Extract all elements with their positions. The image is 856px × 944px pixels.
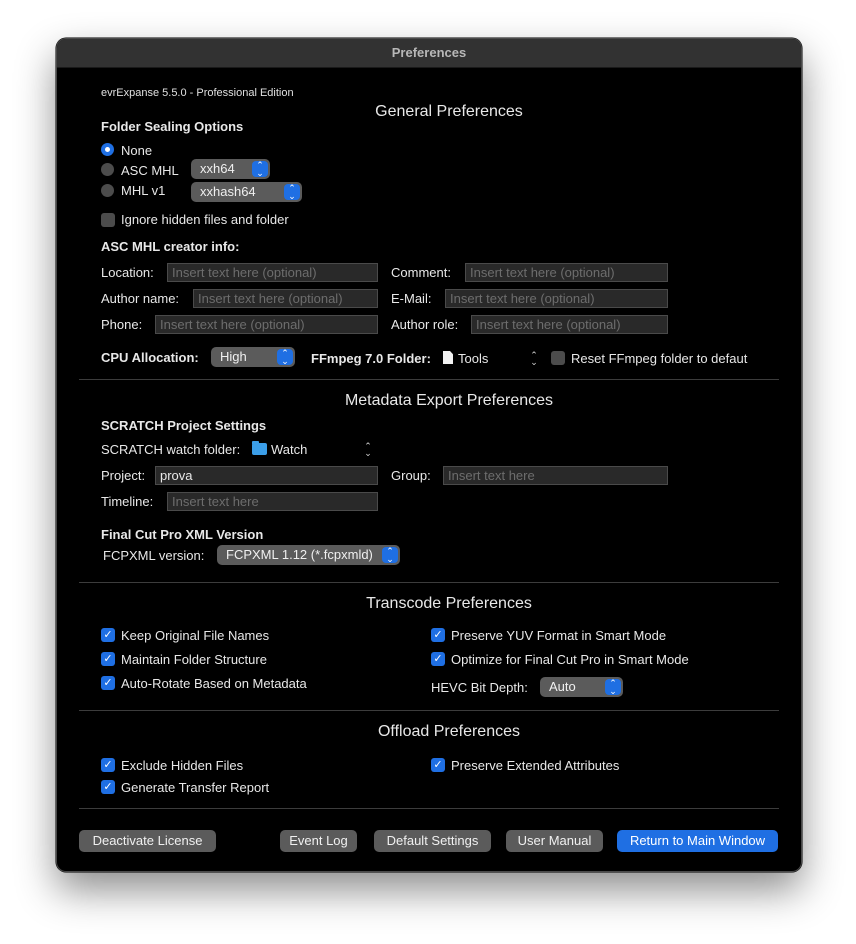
- radio-none[interactable]: [101, 143, 114, 156]
- preserve-yuv-checkbox[interactable]: ✓: [431, 628, 445, 642]
- watch-folder-label: SCRATCH watch folder:: [101, 442, 241, 457]
- reset-ffmpeg-label: Reset FFmpeg folder to defaut: [571, 351, 748, 366]
- checkmark-icon: ✓: [103, 677, 113, 689]
- folder-sealing-label: Folder Sealing Options: [101, 119, 244, 134]
- exclude-hidden-label: Exclude Hidden Files: [121, 758, 244, 773]
- comment-field[interactable]: [465, 263, 668, 282]
- divider: [79, 582, 779, 583]
- transcode-section-title: Transcode Preferences: [366, 595, 532, 612]
- watch-folder-popup[interactable]: Watch: [252, 441, 362, 457]
- location-label: Location:: [101, 265, 154, 280]
- fcpxml-version-popup[interactable]: FCPXML 1.12 (*.fcpxmld) ⌃ ⌄: [217, 545, 400, 565]
- group-field[interactable]: [443, 466, 668, 485]
- ignore-hidden-label: Ignore hidden files and folder: [121, 212, 289, 227]
- email-label: E-Mail:: [391, 291, 432, 306]
- author-name-label: Author name:: [101, 291, 180, 306]
- auto-rotate-label: Auto-Rotate Based on Metadata: [121, 676, 307, 691]
- radio-asc-mhl[interactable]: [101, 163, 114, 176]
- project-label: Project:: [101, 468, 146, 483]
- preferences-window: Preferences evrExpanse 5.5.0 - Professio…: [56, 38, 802, 872]
- updown-chevron-icon[interactable]: ⌃ ⌄: [363, 442, 373, 458]
- metadata-section-title: Metadata Export Preferences: [344, 392, 554, 409]
- updown-chevron-icon: ⌃ ⌄: [605, 679, 621, 696]
- hevc-bit-depth-value: Auto: [549, 679, 576, 694]
- generate-report-label: Generate Transfer Report: [121, 780, 270, 795]
- checkmark-icon: ✓: [103, 759, 113, 771]
- default-settings-button[interactable]: Default Settings: [374, 830, 491, 852]
- scratch-settings-label: SCRATCH Project Settings: [101, 418, 267, 433]
- checkmark-icon: ✓: [103, 653, 113, 665]
- watch-folder-value: Watch: [271, 442, 308, 457]
- fcp-xml-label: Final Cut Pro XML Version: [101, 527, 264, 542]
- hevc-bit-depth-label: HEVC Bit Depth:: [431, 680, 528, 695]
- fcpxml-version-label: FCPXML version:: [103, 548, 205, 563]
- cpu-allocation-popup[interactable]: High ⌃ ⌄: [211, 347, 295, 367]
- keep-names-label: Keep Original File Names: [121, 628, 270, 643]
- checkmark-icon: ✓: [433, 759, 443, 771]
- email-field[interactable]: [445, 289, 668, 308]
- window-title: Preferences: [57, 39, 801, 68]
- user-manual-button[interactable]: User Manual: [506, 830, 603, 852]
- checkmark-icon: ✓: [103, 781, 113, 793]
- optimize-fcp-checkbox[interactable]: ✓: [431, 652, 445, 666]
- checkmark-icon: ✓: [103, 629, 113, 641]
- preserve-yuv-label: Preserve YUV Format in Smart Mode: [451, 628, 667, 643]
- timeline-field[interactable]: [167, 492, 378, 511]
- divider: [79, 808, 779, 809]
- checkmark-icon: ✓: [433, 629, 443, 641]
- author-name-field[interactable]: [193, 289, 378, 308]
- timeline-label: Timeline:: [101, 494, 154, 509]
- asc-mhl-hash-popup[interactable]: xxh64 ⌃ ⌄: [191, 159, 270, 179]
- phone-field[interactable]: [155, 315, 378, 334]
- radio-asc-mhl-label: ASC MHL: [121, 163, 179, 178]
- creator-info-label: ASC MHL creator info:: [101, 239, 240, 254]
- document-icon: [443, 351, 453, 364]
- fcpxml-version-value: FCPXML 1.12 (*.fcpxmld): [226, 547, 373, 562]
- radio-mhl-v1-label: MHL v1: [121, 183, 166, 198]
- radio-none-label: None: [121, 143, 153, 158]
- event-log-button[interactable]: Event Log: [280, 830, 357, 852]
- mhl-v1-hash-value: xxhash64: [200, 184, 256, 199]
- maintain-structure-checkbox[interactable]: ✓: [101, 652, 115, 666]
- hevc-bit-depth-popup[interactable]: Auto ⌃ ⌄: [540, 677, 623, 697]
- asc-mhl-hash-value: xxh64: [200, 161, 235, 176]
- preserve-attrs-label: Preserve Extended Attributes: [451, 758, 620, 773]
- ignore-hidden-checkbox[interactable]: [101, 213, 115, 227]
- offload-section-title: Offload Preferences: [377, 723, 520, 740]
- optimize-fcp-label: Optimize for Final Cut Pro in Smart Mode: [451, 652, 689, 667]
- project-field[interactable]: [155, 466, 378, 485]
- app-version: evrExpanse 5.5.0 - Professional Edition: [101, 87, 294, 99]
- return-main-window-button[interactable]: Return to Main Window: [617, 830, 778, 852]
- author-role-label: Author role:: [391, 317, 459, 332]
- updown-chevron-icon[interactable]: ⌃ ⌄: [529, 351, 539, 367]
- maintain-structure-label: Maintain Folder Structure: [121, 652, 267, 667]
- location-field[interactable]: [167, 263, 378, 282]
- ffmpeg-folder-value: Tools: [458, 351, 489, 366]
- auto-rotate-checkbox[interactable]: ✓: [101, 676, 115, 690]
- preserve-attrs-checkbox[interactable]: ✓: [431, 758, 445, 772]
- updown-chevron-icon: ⌃ ⌄: [284, 184, 300, 201]
- mhl-v1-hash-popup[interactable]: xxhash64 ⌃ ⌄: [191, 182, 302, 202]
- radio-mhl-v1[interactable]: [101, 184, 114, 197]
- checkmark-icon: ✓: [433, 653, 443, 665]
- group-label: Group:: [391, 468, 431, 483]
- exclude-hidden-checkbox[interactable]: ✓: [101, 758, 115, 772]
- author-role-field[interactable]: [471, 315, 668, 334]
- comment-label: Comment:: [391, 265, 451, 280]
- deactivate-license-button[interactable]: Deactivate License: [79, 830, 216, 852]
- divider: [79, 710, 779, 711]
- reset-ffmpeg-checkbox[interactable]: [551, 351, 565, 365]
- phone-label: Phone:: [101, 317, 143, 332]
- generate-report-checkbox[interactable]: ✓: [101, 780, 115, 794]
- divider: [79, 379, 779, 380]
- updown-chevron-icon: ⌃ ⌄: [252, 161, 268, 178]
- cpu-allocation-label: CPU Allocation:: [101, 350, 199, 365]
- keep-names-checkbox[interactable]: ✓: [101, 628, 115, 642]
- updown-chevron-icon: ⌃ ⌄: [277, 349, 293, 366]
- folder-icon: [252, 441, 267, 455]
- ffmpeg-folder-popup[interactable]: Tools: [443, 351, 543, 366]
- ffmpeg-folder-label: FFmpeg 7.0 Folder:: [311, 351, 431, 366]
- updown-chevron-icon: ⌃ ⌄: [382, 547, 398, 564]
- cpu-allocation-value: High: [220, 349, 247, 364]
